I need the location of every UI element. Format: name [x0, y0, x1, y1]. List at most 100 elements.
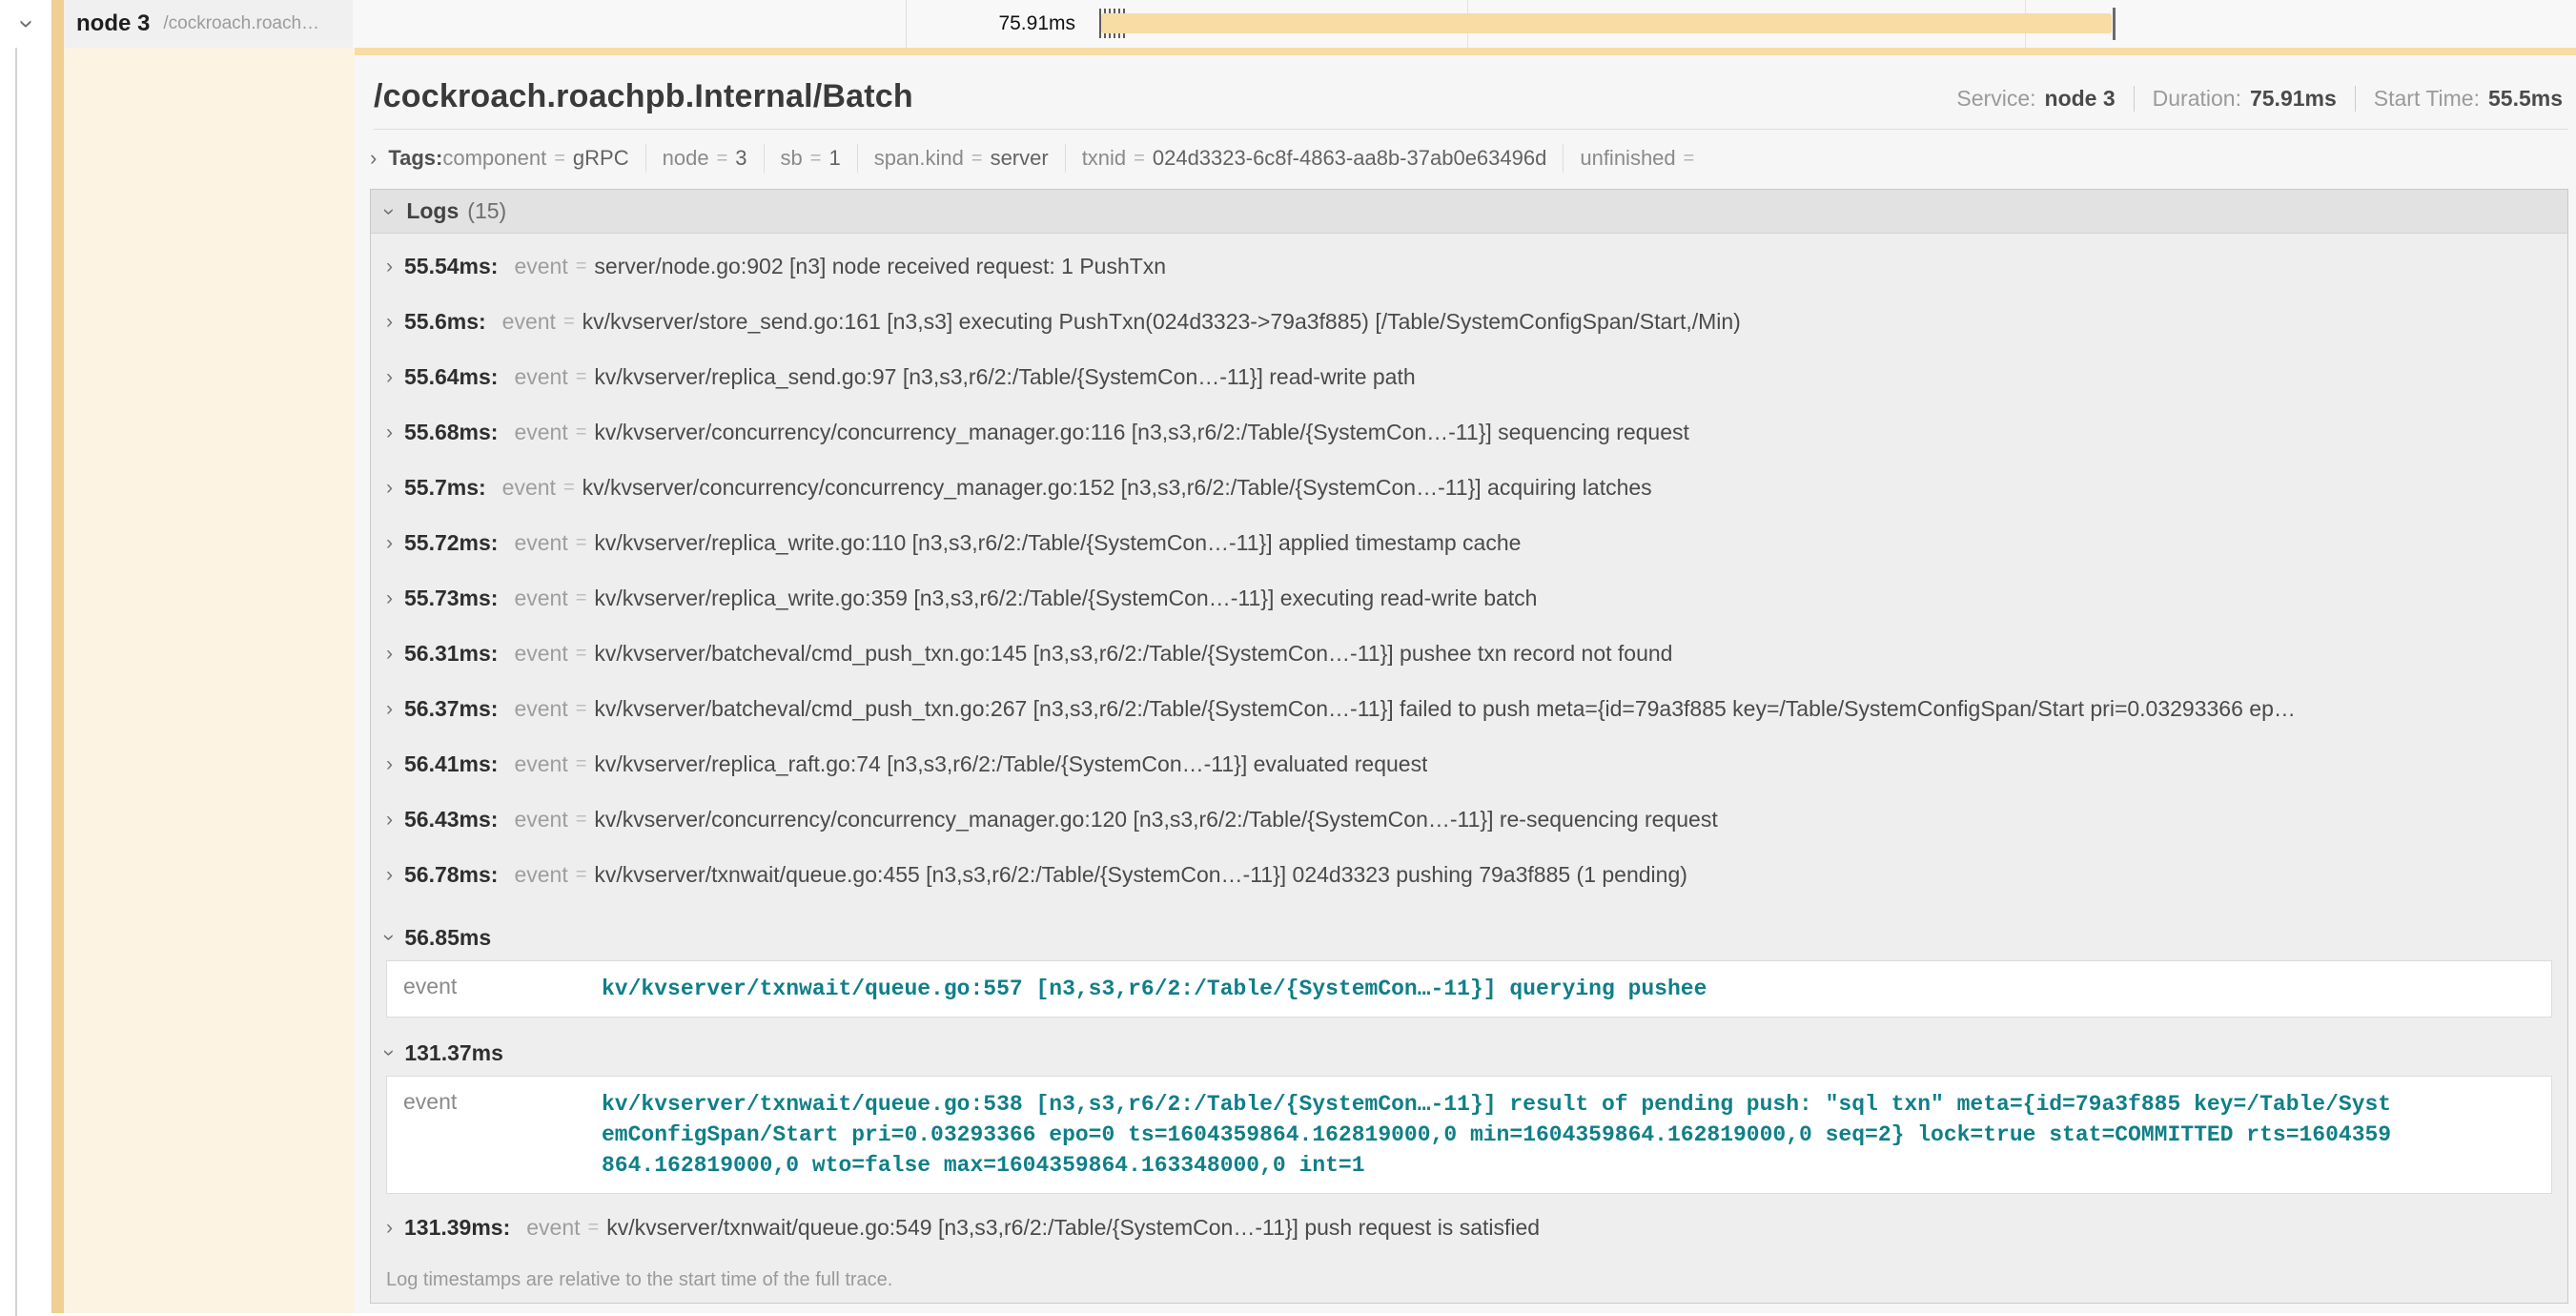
log-timestamp: 55.72ms:	[404, 530, 498, 556]
log-key: event	[387, 974, 602, 1004]
log-value: kv/kvserver/txnwait/queue.go:549 [n3,s3,…	[606, 1215, 1540, 1241]
tag-item: span.kind = server	[874, 146, 1049, 171]
log-entry-expanded: › 56.85ms event kv/kvserver/txnwait/queu…	[371, 915, 2567, 1018]
divider	[857, 144, 858, 173]
log-timestamp: 55.7ms:	[404, 475, 486, 501]
log-timestamp: 56.31ms:	[404, 641, 498, 667]
chevron-right-icon[interactable]: ›	[386, 699, 393, 719]
tag-key: node	[663, 146, 709, 171]
chevron-right-icon[interactable]: ›	[386, 422, 393, 442]
log-entry-row[interactable]: › 56.43ms: event = kv/kvserver/concurren…	[371, 792, 2567, 847]
start-time-value: 55.5ms	[2488, 86, 2563, 112]
tag-item: sb = 1	[781, 146, 841, 171]
log-entry-row[interactable]: › 55.6ms: event = kv/kvserver/store_send…	[371, 294, 2567, 349]
chevron-right-icon[interactable]: ›	[386, 312, 393, 332]
chevron-right-icon[interactable]: ›	[386, 1218, 393, 1238]
service-label: Service:	[1956, 86, 2035, 112]
chevron-right-icon[interactable]: ›	[386, 810, 393, 830]
chevron-right-icon[interactable]: ›	[386, 533, 393, 553]
log-entry-expanded-header[interactable]: › 56.85ms	[371, 915, 2567, 960]
equals-sign: =	[563, 477, 575, 499]
tag-key: component	[442, 146, 546, 171]
span-operation-name: /cockroach.roach…	[163, 13, 319, 34]
span-detail-panel: /cockroach.roachpb.Internal/Batch Servic…	[355, 48, 2576, 1313]
log-timestamp: 55.6ms:	[404, 309, 486, 335]
tags-label: Tags:	[388, 146, 442, 171]
chevron-right-icon[interactable]: ›	[386, 478, 393, 498]
log-timestamp: 56.78ms:	[404, 862, 498, 888]
logs-header[interactable]: › Logs (15)	[371, 190, 2567, 234]
chevron-right-icon[interactable]: ›	[386, 588, 393, 608]
tags-accordion[interactable]: › Tags: component = gRPC node = 3 sb = 1…	[370, 144, 2576, 173]
log-entry-expanded-header[interactable]: › 131.37ms	[371, 1030, 2567, 1076]
divider	[2134, 86, 2135, 112]
chevron-right-icon[interactable]: ›	[386, 367, 393, 387]
chevron-down-icon[interactable]: ›	[379, 1049, 400, 1056]
equals-sign: =	[576, 587, 587, 609]
chevron-right-icon[interactable]: ›	[386, 644, 393, 664]
tag-value: 1	[828, 146, 840, 171]
tag-item: component = gRPC	[442, 146, 628, 171]
chevron-down-icon[interactable]: ›	[14, 19, 41, 28]
span-tree-guide-line	[15, 0, 17, 1316]
log-value: kv/kvserver/batcheval/cmd_push_txn.go:26…	[594, 696, 2295, 722]
column-divider[interactable]	[906, 0, 907, 48]
log-key: event	[514, 696, 567, 722]
log-value: kv/kvserver/concurrency/concurrency_mana…	[594, 420, 1688, 445]
span-duration-bar[interactable]	[1101, 13, 2112, 33]
log-tick-end	[2113, 8, 2116, 40]
detail-title-row: /cockroach.roachpb.Internal/Batch Servic…	[374, 78, 2563, 115]
logs-count: (15)	[467, 198, 506, 224]
equals-sign: =	[576, 422, 587, 443]
span-overview-stats: Service: node 3 Duration: 75.91ms Start …	[1956, 86, 2563, 115]
operation-title: /cockroach.roachpb.Internal/Batch	[374, 78, 913, 115]
span-name-cell[interactable]: node 3 /cockroach.roach…	[51, 0, 353, 48]
equals-sign: =	[588, 1217, 600, 1239]
chevron-down-icon[interactable]: ›	[379, 934, 400, 940]
chevron-right-icon[interactable]: ›	[386, 865, 393, 885]
equals-sign: =	[810, 148, 822, 170]
log-entry-row[interactable]: › 55.73ms: event = kv/kvserver/replica_w…	[371, 570, 2567, 626]
duration-value: 75.91ms	[2250, 86, 2337, 112]
divider	[764, 144, 765, 173]
selected-span-name-column	[64, 48, 355, 1313]
chevron-right-icon[interactable]: ›	[386, 754, 393, 774]
tag-value: 3	[735, 146, 746, 171]
logs-accordion: › Logs (15) › 55.54ms: event = server/no…	[370, 189, 2568, 1304]
equals-sign: =	[971, 148, 983, 170]
equals-sign: =	[554, 148, 565, 170]
log-entry-row[interactable]: › 55.54ms: event = server/node.go:902 [n…	[371, 238, 2567, 294]
log-entry-row[interactable]: › 56.31ms: event = kv/kvserver/batcheval…	[371, 626, 2567, 681]
log-timestamp: 55.54ms:	[404, 254, 498, 279]
log-entry-row[interactable]: › 55.64ms: event = kv/kvserver/replica_s…	[371, 349, 2567, 404]
log-value: kv/kvserver/replica_raft.go:74 [n3,s3,r6…	[594, 751, 1427, 777]
trace-timeline-view: › node 3 /cockroach.roach… 75.91ms /cock…	[0, 0, 2576, 1316]
logs-footer-note: Log timestamps are relative to the start…	[371, 1255, 2567, 1303]
log-entry-row[interactable]: › 55.68ms: event = kv/kvserver/concurren…	[371, 404, 2567, 460]
log-entry-row[interactable]: › 55.72ms: event = kv/kvserver/replica_w…	[371, 515, 2567, 570]
log-entry-row[interactable]: › 56.41ms: event = kv/kvserver/replica_r…	[371, 736, 2567, 792]
equals-sign: =	[717, 148, 728, 170]
start-time-label: Start Time:	[2374, 86, 2480, 112]
log-key: event	[502, 475, 556, 501]
chevron-right-icon[interactable]: ›	[370, 148, 377, 169]
tag-item: unfinished =	[1580, 146, 1702, 171]
duration-label: Duration:	[2153, 86, 2241, 112]
log-entry-row[interactable]: › 56.37ms: event = kv/kvserver/batcheval…	[371, 681, 2567, 736]
logs-title: Logs	[406, 198, 459, 224]
log-timestamp: 56.43ms:	[404, 807, 498, 833]
log-value: kv/kvserver/store_send.go:161 [n3,s3] ex…	[583, 309, 1741, 335]
log-value: kv/kvserver/concurrency/concurrency_mana…	[583, 475, 1652, 501]
chevron-right-icon[interactable]: ›	[386, 257, 393, 277]
log-key: event	[514, 641, 567, 667]
equals-sign: =	[576, 698, 587, 720]
divider	[645, 144, 646, 173]
log-entry-row[interactable]: › 56.78ms: event = kv/kvserver/txnwait/q…	[371, 847, 2567, 902]
log-key: event	[514, 254, 567, 279]
log-entry-row[interactable]: › 131.39ms: event = kv/kvserver/txnwait/…	[371, 1200, 2567, 1255]
divider	[1065, 144, 1066, 173]
span-duration-label: 75.91ms	[944, 0, 1075, 48]
chevron-down-icon[interactable]: ›	[379, 208, 400, 215]
log-entry-row[interactable]: › 55.7ms: event = kv/kvserver/concurrenc…	[371, 460, 2567, 515]
span-row[interactable]: › node 3 /cockroach.roach… 75.91ms	[0, 0, 2576, 48]
